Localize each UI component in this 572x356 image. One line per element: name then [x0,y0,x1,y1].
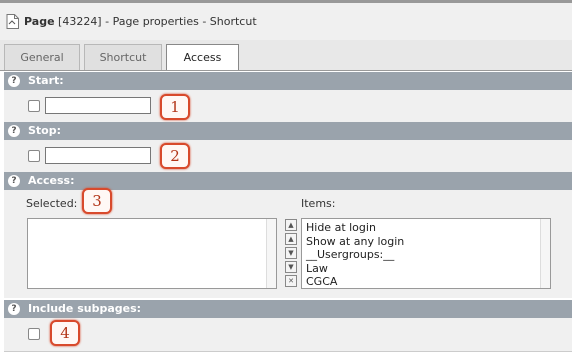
section-include-subpages-title: Include subpages: [28,302,142,315]
tab-access[interactable]: Access [166,44,239,71]
items-listbox[interactable]: Hide at login Show at any login __Usergr… [301,218,551,289]
start-date-input[interactable] [45,97,151,114]
list-item[interactable]: Law [302,262,550,276]
list-item[interactable]: Hide at login [302,221,550,235]
selected-label: Selected: [26,197,78,210]
section-start-header: ? Start: [4,72,572,90]
include-subpages-checkbox[interactable] [28,328,40,340]
divider [4,351,572,352]
section-stop-title: Stop: [28,124,62,137]
list-item[interactable]: CGCA [302,275,550,289]
move-top-icon[interactable]: ▲ [285,219,297,231]
annotation-badge-4: 4 [50,320,80,346]
items-scrollbar[interactable] [540,219,550,288]
selected-scrollbar[interactable] [266,219,276,288]
help-icon[interactable]: ? [8,303,20,315]
list-item[interactable]: Show at any login [302,235,550,249]
section-stop-body: 2 [4,140,572,172]
annotation-badge-1: 1 [160,94,190,120]
help-icon[interactable]: ? [8,125,20,137]
list-item[interactable]: __Usergroups:__ [302,248,550,262]
annotation-badge-3: 3 [82,188,112,214]
remove-icon[interactable]: ✕ [285,275,297,287]
section-include-subpages-body: 4 [4,318,572,351]
move-bottom-icon[interactable]: ▼ [285,261,297,273]
section-stop-header: ? Stop: [4,122,572,140]
stop-date-input[interactable] [45,147,151,164]
items-label: Items: [301,197,336,210]
stop-checkbox[interactable] [28,150,40,162]
help-icon[interactable]: ? [8,175,20,187]
tab-bar: General Shortcut Access [0,44,572,71]
tab-shortcut[interactable]: Shortcut [84,44,162,70]
move-down-icon[interactable]: ▼ [285,247,297,259]
page-header: Page [43224] - Page properties - Shortcu… [0,3,572,40]
page-title: Page [43224] - Page properties - Shortcu… [24,15,257,28]
section-include-subpages-header: ? Include subpages: [4,300,572,318]
selected-listbox[interactable] [27,218,277,289]
move-up-icon[interactable]: ▲ [285,233,297,245]
document-icon [6,14,19,29]
start-checkbox[interactable] [28,100,40,112]
section-start-title: Start: [28,74,64,87]
section-start-body: 1 [4,90,572,122]
section-access-title: Access: [28,174,75,187]
annotation-badge-2: 2 [160,143,190,169]
section-access-body: Selected: 3 Items: ▲ ▲ ▼ ▼ ✕ Hide at log… [4,188,572,298]
help-icon[interactable]: ? [8,75,20,87]
tab-general[interactable]: General [4,44,80,70]
